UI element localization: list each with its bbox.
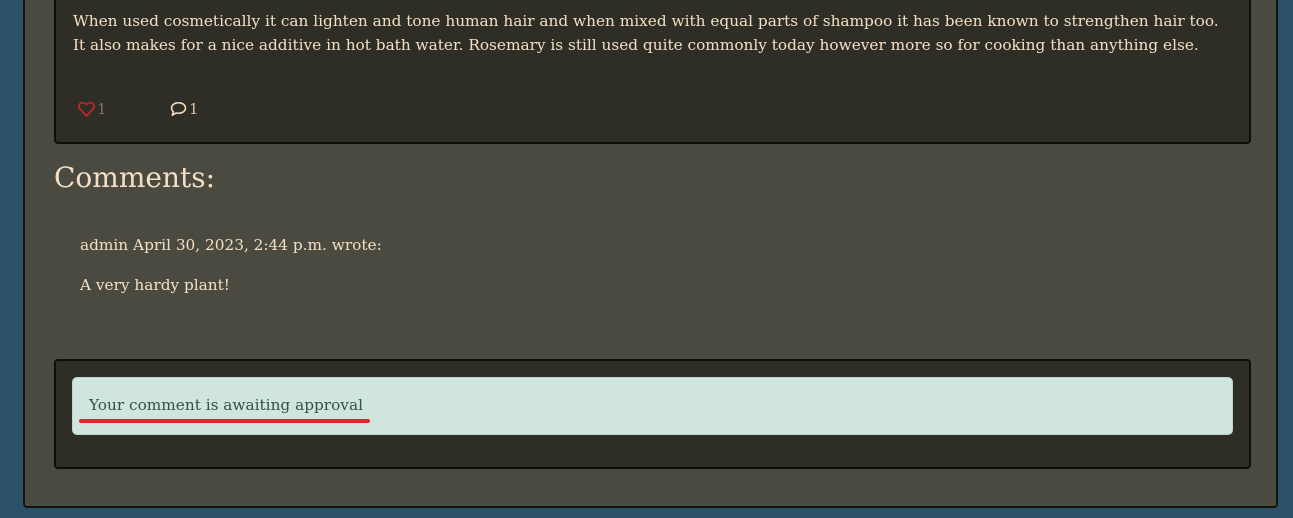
heart-outline-icon[interactable]	[78, 101, 95, 117]
highlight-underline	[79, 419, 370, 423]
page-container: When used cosmetically it can lighten an…	[23, 0, 1278, 508]
post-body-text: When used cosmetically it can lighten an…	[73, 12, 1219, 54]
post-actions: 1 1	[78, 99, 199, 119]
comment-count-button[interactable]: 1	[170, 99, 199, 119]
speech-bubble-icon[interactable]	[170, 101, 187, 117]
comment-count: 1	[189, 100, 199, 118]
comment-body: A very hardy plant!	[80, 276, 230, 294]
approval-message: Your comment is awaiting approval	[89, 396, 363, 414]
comments-heading: Comments:	[54, 161, 216, 194]
like-button[interactable]: 1	[78, 99, 170, 119]
like-count: 1	[97, 100, 107, 118]
comment-form-card: Your comment is awaiting approval	[54, 359, 1251, 469]
approval-alert: Your comment is awaiting approval	[72, 377, 1233, 435]
comment-meta: admin April 30, 2023, 2:44 p.m. wrote:	[80, 236, 382, 254]
post-card: When used cosmetically it can lighten an…	[54, 0, 1251, 144]
